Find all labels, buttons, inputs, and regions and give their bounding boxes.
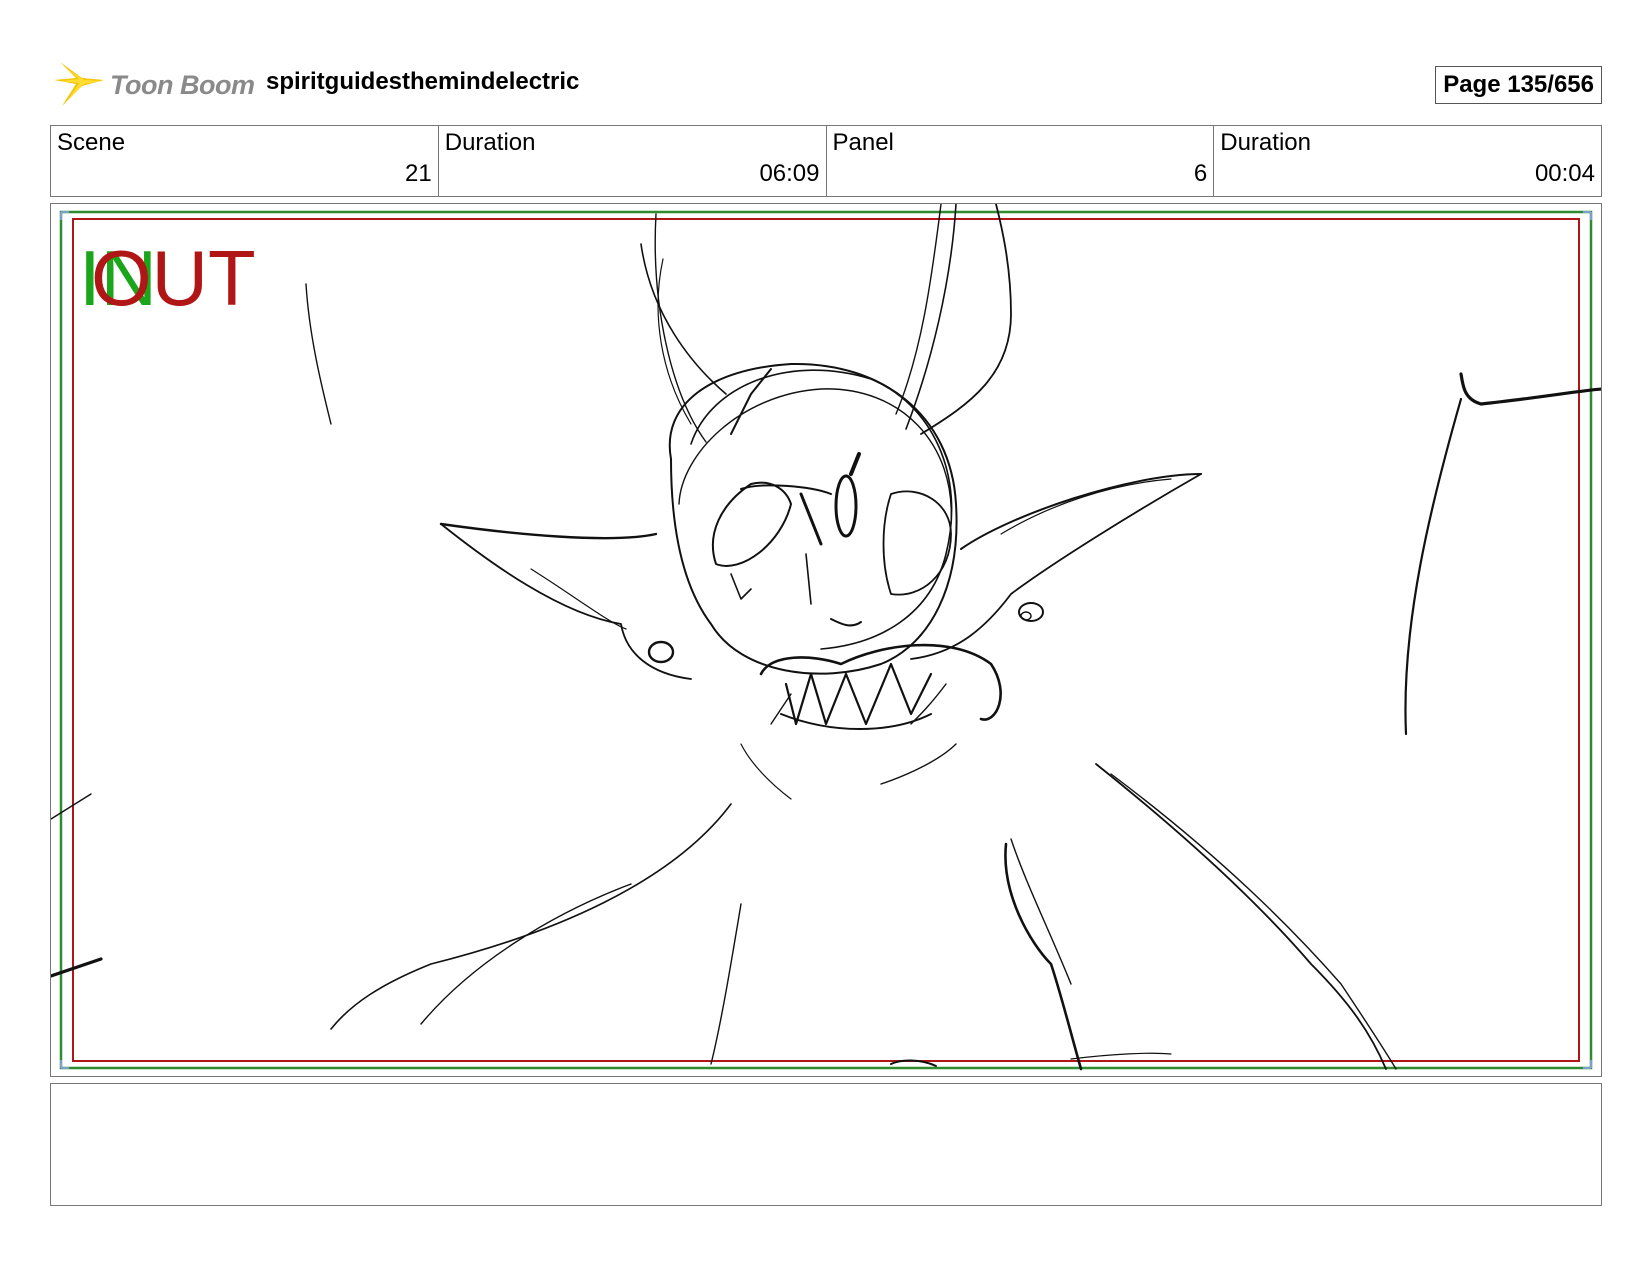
toon-boom-logo: Toon Boom — [52, 58, 255, 108]
scene-info-table: Scene 21 Duration 06:09 Panel 6 Duration… — [50, 125, 1602, 197]
character-sketch — [51, 204, 1601, 1071]
scene-duration-value: 06:09 — [759, 160, 820, 187]
green-safe-frame — [59, 210, 1593, 1070]
page-header: Toon Boom spiritguidesthemindelectric Pa… — [50, 56, 1602, 106]
scene-duration-cell: Duration 06:09 — [439, 126, 827, 196]
storyboard-panel: IN OUT — [50, 203, 1602, 1077]
in-out-marker: IN OUT — [79, 238, 279, 318]
project-title: spiritguidesthemindelectric — [266, 68, 580, 95]
panel-value: 6 — [1193, 160, 1208, 187]
red-safe-frame — [72, 218, 1580, 1062]
scene-duration-label: Duration — [444, 129, 536, 156]
logo-text: Toon Boom — [110, 70, 255, 100]
out-marker: OUT — [91, 234, 256, 322]
scene-value: 21 — [405, 160, 432, 187]
panel-sketch — [51, 204, 1601, 1071]
panel-duration-label: Duration — [1220, 129, 1311, 156]
panel-duration-cell: Duration 00:04 — [1214, 126, 1601, 196]
corner-marks — [60, 211, 1592, 1069]
panel-label: Panel — [832, 129, 894, 156]
panel-cell: Panel 6 — [827, 126, 1215, 196]
page-number: Page 135/656 — [1435, 66, 1602, 104]
scene-cell: Scene 21 — [51, 126, 439, 196]
starburst-icon — [54, 62, 104, 106]
panel-duration-value: 00:04 — [1534, 160, 1595, 187]
panel-notes — [50, 1083, 1602, 1206]
scene-label: Scene — [57, 129, 126, 156]
